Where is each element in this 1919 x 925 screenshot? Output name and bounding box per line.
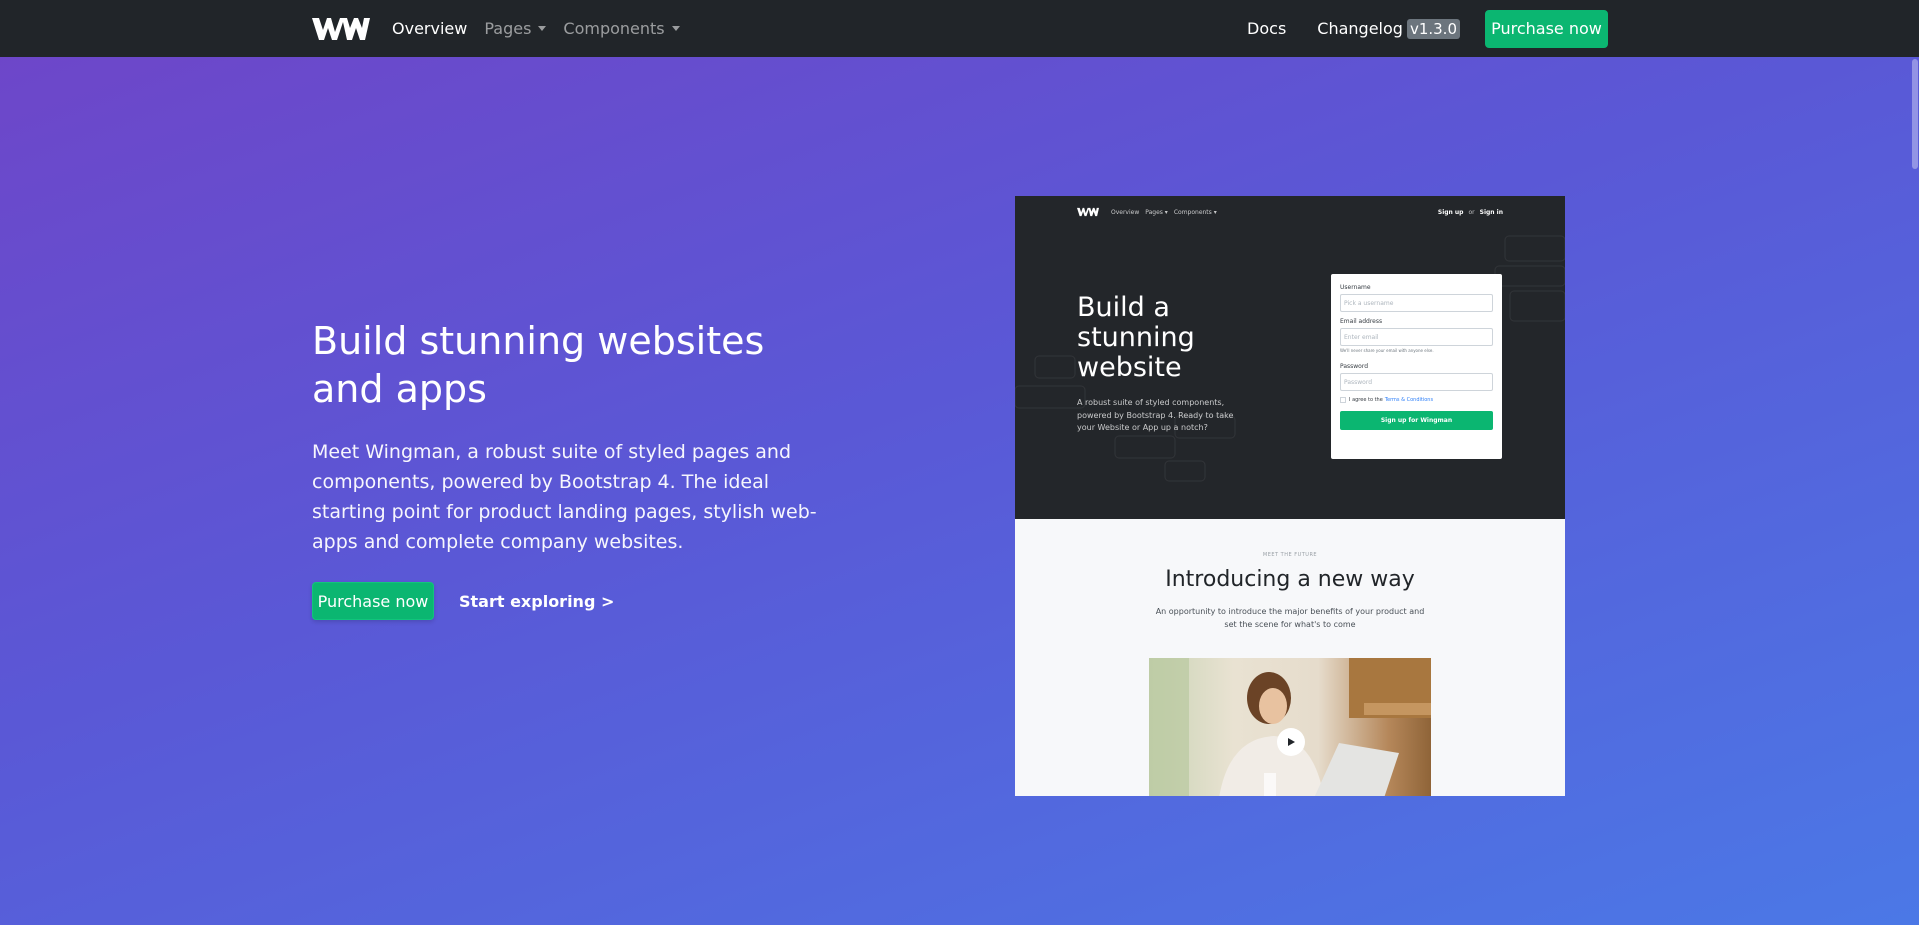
main-nav: Overview Pages Components [392,19,697,38]
preview-username-field: Pick a username [1340,294,1493,312]
checkbox-icon [1340,397,1346,403]
version-badge: v1.3.0 [1406,18,1460,39]
preview-submit-button: Sign up for Wingman [1340,411,1493,430]
navbar-container: Overview Pages Components Docs Changelog… [312,0,1608,57]
preview-logo-icon [1077,207,1099,217]
play-triangle [1288,738,1295,746]
preview-signin-label: Sign in [1479,208,1503,216]
start-exploring-link[interactable]: Start exploring > [459,592,614,611]
preview-terms-link: Terms & Conditions [1384,397,1434,403]
hero-purchase-button[interactable]: Purchase now [312,582,434,620]
preview-signup-label: Sign up [1437,208,1464,216]
preview-email-label: Email address [1340,318,1383,325]
preview-nav-pages: Pages ▾ [1145,208,1168,216]
nav-components-label: Components [563,19,665,38]
preview-password-field: Password [1340,373,1493,391]
nav-purchase-button[interactable]: Purchase now [1485,9,1608,48]
caret-down-icon [538,26,547,31]
preview-video-thumbnail [1149,658,1431,796]
preview-nav-components: Components ▾ [1173,208,1217,216]
nav-right: Docs Changelog v1.3.0 Purchase now [1247,9,1608,48]
caret-down-icon [671,26,680,31]
preview-signup: Sign up or Sign in [1438,209,1503,216]
nav-docs[interactable]: Docs [1247,19,1286,38]
top-navbar: Overview Pages Components Docs Changelog… [0,0,1919,57]
preview-email-help: We'll never share your email with anyone… [1340,348,1434,353]
preview-navbar: Overview Pages ▾ Components ▾ Sign up or S… [1077,204,1503,220]
nav-components-dropdown[interactable]: Components [563,19,680,38]
page-scrollbar[interactable] [1911,57,1919,925]
preview-title: Build a stunning website [1077,292,1195,383]
woman-with-laptop-image [1149,658,1431,796]
preview-subtext: An opportunity to introduce the major be… [1155,607,1425,629]
template-preview-image: Overview Pages ▾ Components ▾ Sign up or S… [1015,196,1565,796]
preview-username-label: Username [1340,284,1371,291]
play-icon [1277,728,1305,756]
nav-changelog[interactable]: Changelog v1.3.0 [1317,18,1460,39]
preview-agree-text: I agree to the [1349,397,1383,403]
changelog-label: Changelog [1317,19,1403,38]
preview-kicker: MEET THE FUTURE [1262,552,1318,558]
scrollbar-thumb[interactable] [1912,59,1918,169]
preview-email-field: Enter email [1340,328,1493,346]
hero-actions: Purchase now Start exploring > [312,582,614,620]
preview-password-label: Password [1340,363,1369,370]
preview-lead: A robust suite of styled components, pow… [1077,398,1234,432]
preview-signup-form: Username Pick a username Email address E… [1331,274,1502,459]
preview-terms-checkbox: I agree to the Terms & Conditions [1340,397,1493,403]
preview-nav-overview: Overview [1111,208,1140,216]
hero-lead: Meet Wingman, a robust suite of styled p… [312,441,817,553]
preview-heading: Introducing a new way [1165,567,1415,592]
nav-pages-dropdown[interactable]: Pages [484,19,547,38]
nav-pages-label: Pages [484,19,532,38]
nav-overview[interactable]: Overview [392,19,467,38]
nav-overview-label: Overview [392,19,468,38]
hero-title: Build stunning websites and apps [312,319,765,411]
preview-dark-hero: Overview Pages ▾ Components ▾ Sign up or S… [1015,196,1565,519]
preview-or: or [1468,208,1475,216]
preview-light-section: MEET THE FUTURE Introducing a new way An… [1015,519,1565,796]
wingman-logo-icon[interactable] [312,16,370,42]
